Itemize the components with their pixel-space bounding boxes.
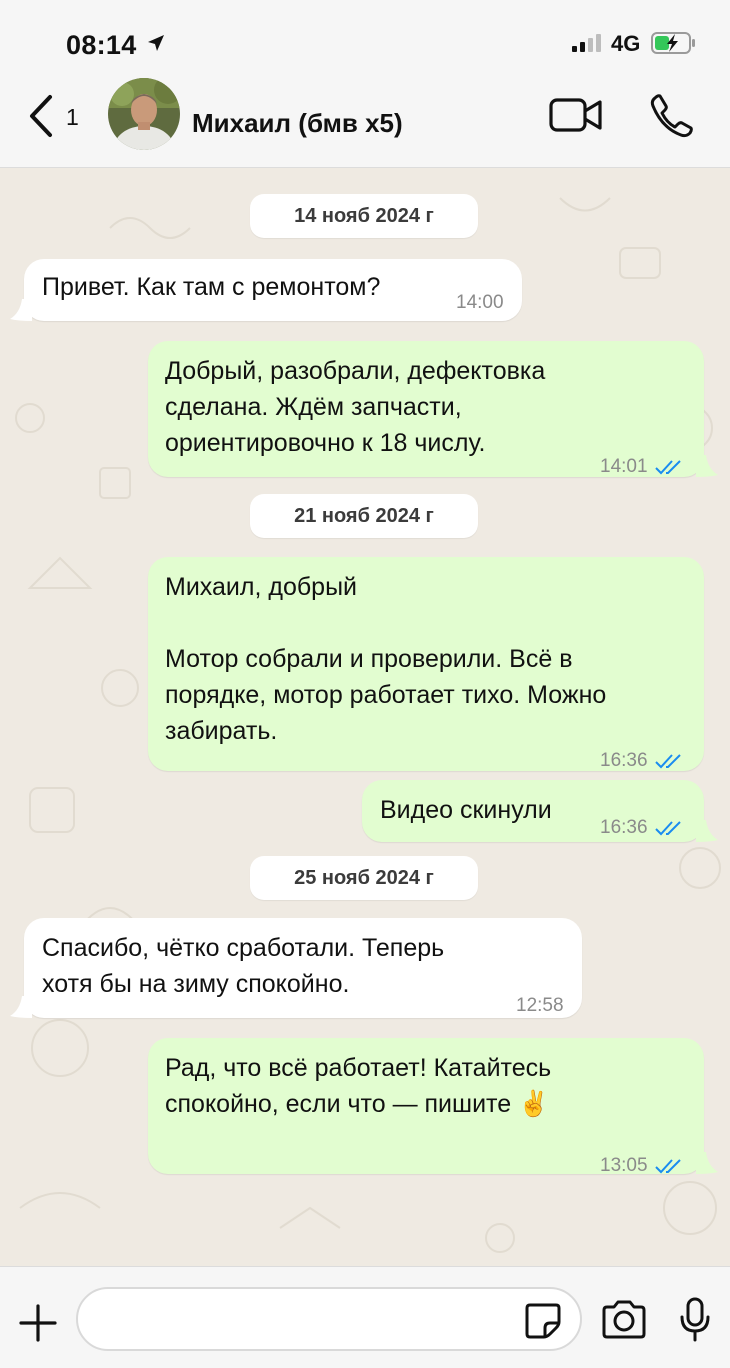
read-receipt-icon bbox=[654, 754, 681, 769]
message-bubble-incoming[interactable]: Спасибо, чётко сработали. Теперь хотя бы… bbox=[10, 918, 582, 1018]
microphone-button[interactable] bbox=[678, 1297, 712, 1348]
message-input[interactable] bbox=[76, 1287, 582, 1351]
avatar[interactable] bbox=[108, 78, 180, 150]
battery-charging-icon bbox=[651, 31, 697, 60]
microphone-icon bbox=[680, 1297, 710, 1342]
read-receipt-icon bbox=[654, 460, 681, 475]
message-text: Добрый, разобрали, дефектовка сделана. Ж… bbox=[165, 357, 546, 457]
message-time: 12:58 bbox=[516, 995, 564, 1016]
sticker-button[interactable] bbox=[524, 1302, 562, 1345]
message-time: 14:00 bbox=[456, 292, 504, 313]
message-time: 16:36 bbox=[600, 750, 648, 771]
date-separator: 14 нояб 2024 г bbox=[250, 194, 478, 238]
date-separator: 25 нояб 2024 г bbox=[250, 856, 478, 900]
voice-call-button[interactable] bbox=[648, 92, 694, 143]
message-text: Видео скинули bbox=[380, 796, 552, 824]
signal-icon bbox=[572, 33, 606, 58]
camera-button[interactable] bbox=[600, 1300, 648, 1345]
read-receipt-icon bbox=[654, 821, 681, 836]
message-text: Михаил, добрый Мотор собрали и проверили… bbox=[165, 573, 607, 745]
back-chevron-icon bbox=[30, 95, 52, 137]
input-bar bbox=[0, 1266, 730, 1368]
location-arrow-icon bbox=[146, 33, 166, 58]
sticker-icon bbox=[525, 1303, 561, 1339]
contact-name[interactable]: Михаил (бмв х5) bbox=[192, 108, 403, 139]
phone-icon bbox=[650, 94, 693, 138]
message-bubble-outgoing[interactable]: Михаил, добрый Мотор собрали и проверили… bbox=[148, 557, 704, 771]
message-bubble-outgoing[interactable]: Рад, что всё работает! Катайтесь спокойн… bbox=[148, 1038, 718, 1176]
video-call-icon bbox=[549, 98, 602, 132]
message-time: 16:36 bbox=[600, 817, 648, 838]
message-text: Рад, что всё работает! Катайтесь спокойн… bbox=[165, 1054, 552, 1118]
plus-icon bbox=[19, 1304, 57, 1342]
status-bar: 08:14 4G bbox=[0, 0, 730, 78]
camera-icon bbox=[602, 1300, 646, 1339]
network-type: 4G bbox=[611, 31, 641, 56]
message-bubble-outgoing[interactable]: Добрый, разобрали, дефектовка сделана. Ж… bbox=[148, 341, 718, 477]
message-time: 13:05 bbox=[600, 1155, 648, 1176]
read-receipt-icon bbox=[654, 1159, 681, 1174]
message-text: Привет. Как там с ремонтом? bbox=[42, 273, 381, 301]
video-call-button[interactable] bbox=[548, 96, 604, 141]
chat-area[interactable]: 14 нояб 2024 г Привет. Как там с ремонто… bbox=[0, 168, 730, 1266]
message-time: 14:01 bbox=[600, 456, 648, 477]
message-text: Спасибо, чётко сработали. Теперь хотя бы… bbox=[42, 934, 445, 998]
message-bubble-outgoing[interactable]: Видео скинули 16:36 bbox=[362, 780, 718, 842]
date-separator: 21 нояб 2024 г bbox=[250, 494, 478, 538]
message-bubble-incoming[interactable]: Привет. Как там с ремонтом? 14:00 bbox=[10, 259, 522, 321]
attach-button[interactable] bbox=[18, 1303, 58, 1348]
chat-header: 1 Михаил (бмв х5) bbox=[0, 78, 730, 168]
status-time: 08:14 bbox=[66, 30, 137, 60]
unread-count[interactable]: 1 bbox=[66, 104, 79, 131]
